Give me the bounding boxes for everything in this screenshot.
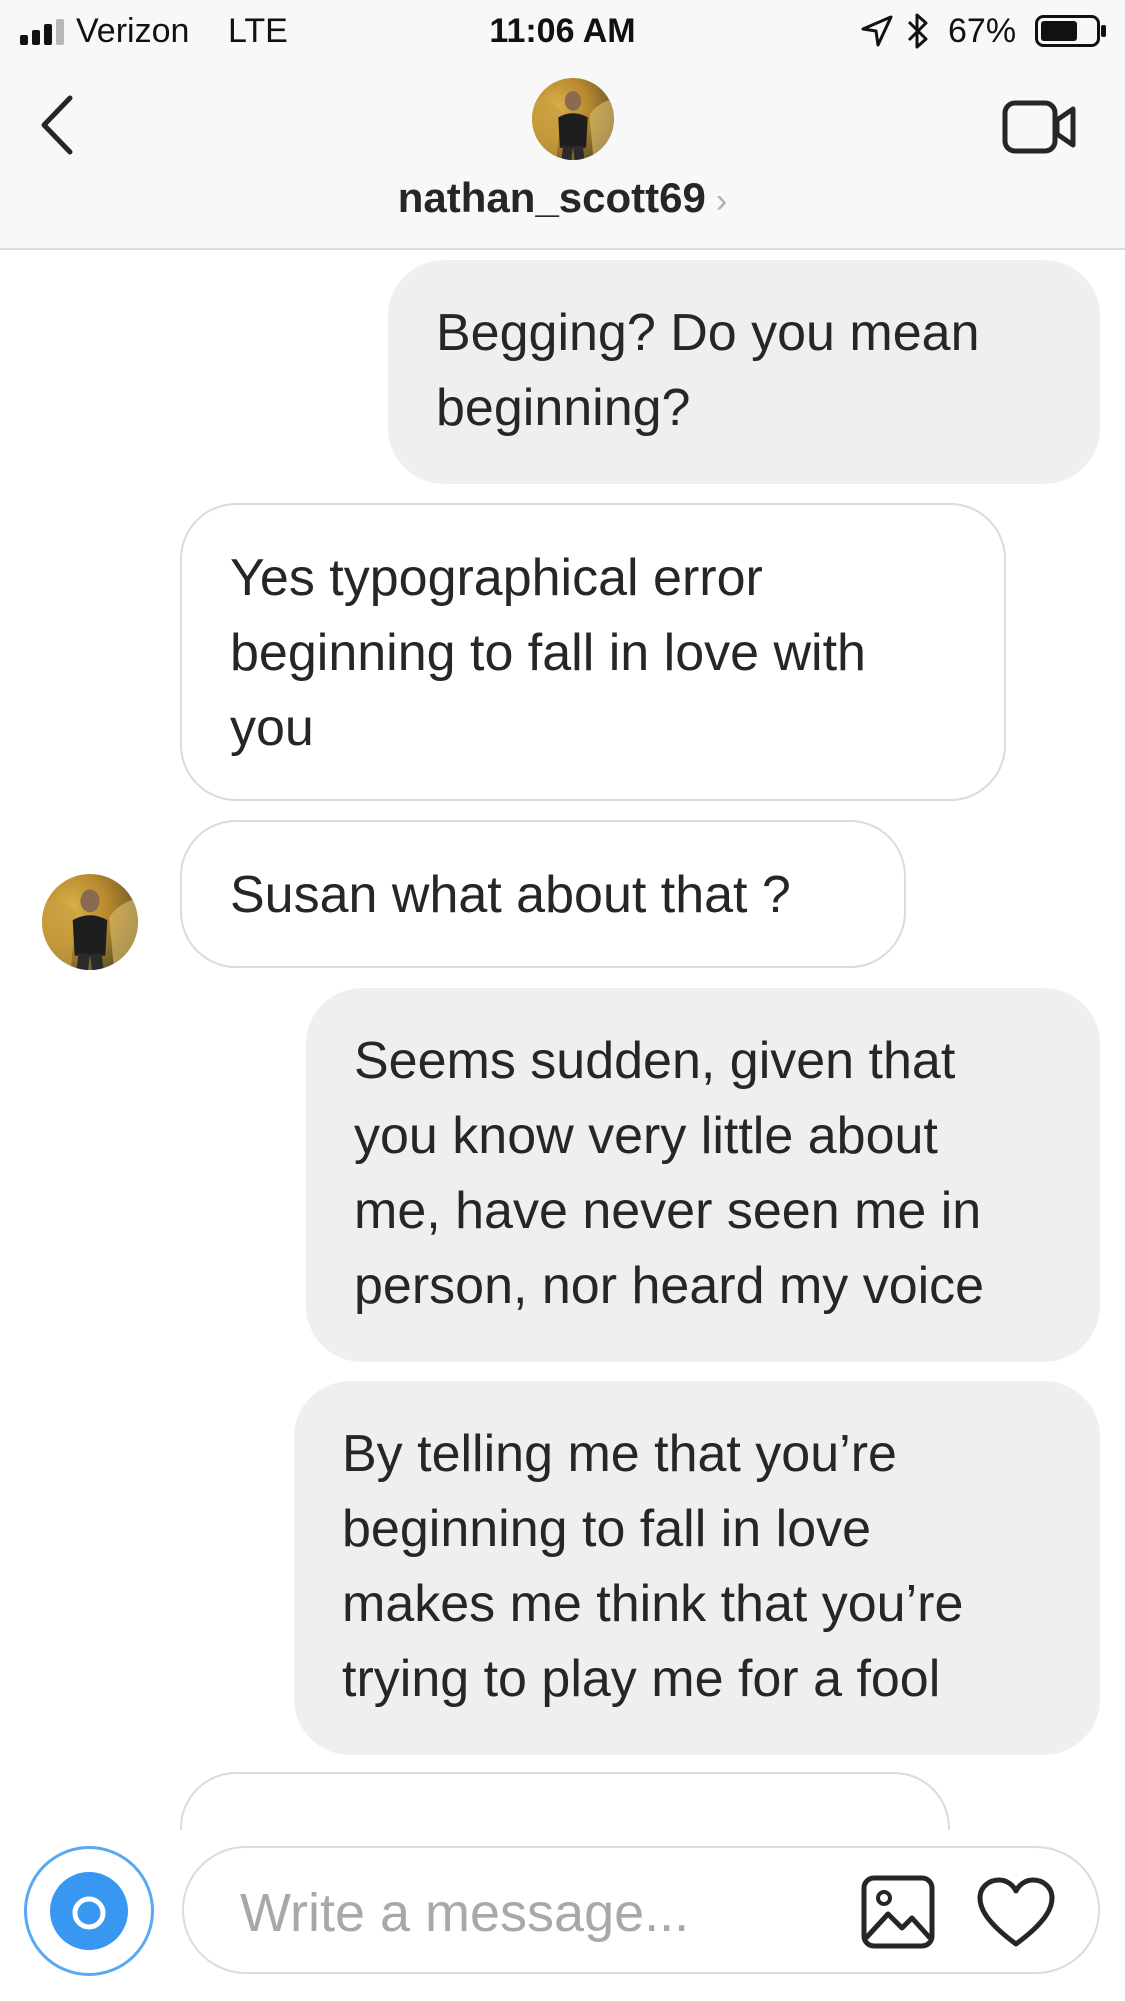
back-button[interactable] [34,92,86,158]
sent-message-bubble[interactable]: By telling me that you’re beginning to f… [294,1381,1100,1755]
avatar[interactable] [532,78,614,160]
image-gallery-icon[interactable] [860,1874,936,1950]
username-label[interactable]: nathan_scott69 [398,174,706,221]
bluetooth-icon [907,13,928,49]
profile-photo [532,91,614,160]
profile-photo [42,889,138,970]
battery-icon [1035,15,1106,47]
received-message-bubble[interactable]: Susan what about that ? [180,820,906,968]
battery-percent: 67% [948,12,1017,50]
chevron-right-icon: › [715,182,728,220]
location-arrow-icon [861,15,893,47]
camera-button[interactable] [24,1846,154,1976]
received-message-bubble[interactable] [180,1772,950,1830]
heart-icon[interactable] [976,1876,1056,1948]
message-composer [0,1830,1125,2001]
next-message-peek [0,1772,1125,1830]
avatar[interactable] [42,874,138,970]
received-message-bubble[interactable]: Yes typographical error beginning to fal… [180,503,1006,801]
sent-message-bubble[interactable]: Seems sudden, given that you know very l… [306,988,1100,1362]
message-input[interactable] [238,1872,802,1954]
camera-icon [50,1872,128,1950]
video-call-button[interactable] [1002,96,1078,158]
sent-message-bubble[interactable]: Begging? Do you mean beginning? [388,260,1100,484]
conversation-username[interactable]: nathan_scott69 › [0,174,1125,222]
message-input-container [182,1846,1100,1974]
status-bar: Verizon LTE 11:06 AM 67% [0,0,1125,62]
conversation-header: nathan_scott69 › [0,62,1125,250]
